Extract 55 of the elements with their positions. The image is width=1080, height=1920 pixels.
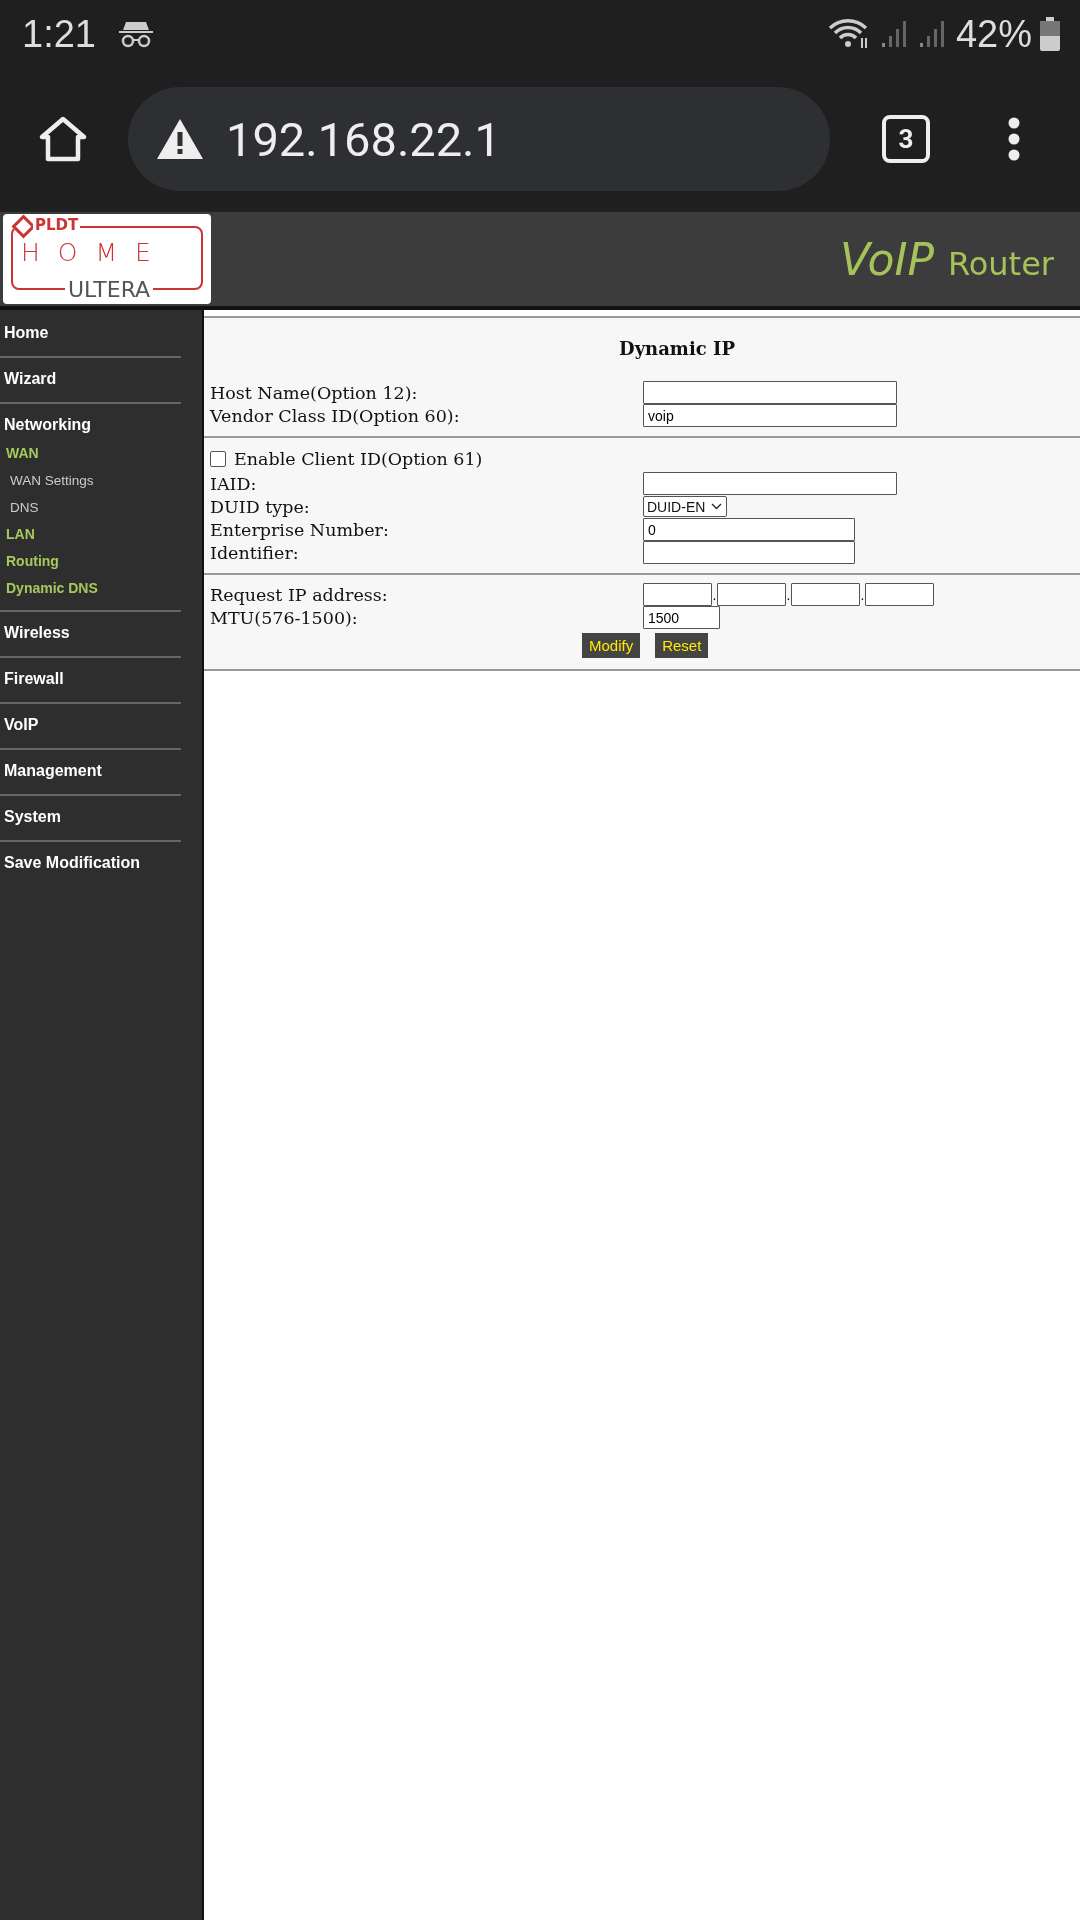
input-field[interactable] [865,583,934,606]
input-field[interactable] [643,381,897,404]
field-label: MTU(576-1500): [210,607,359,628]
form-button[interactable]: Modify [582,633,641,658]
field-label: Host Name(Option 12): [210,382,419,403]
warning-icon [156,118,204,160]
separator-dot: . [712,586,717,603]
battery-percentage: 42% [955,12,1032,56]
input-field[interactable]: 0 [643,518,855,541]
sidebar-item[interactable]: LAN [6,526,35,542]
field-label: Identifier: [210,542,300,563]
field-label: Enterprise Number: [210,519,390,540]
incognito-icon [117,19,154,49]
sidebar-item[interactable]: System [0,808,61,826]
dropdown[interactable]: DUID-EN [643,496,727,517]
sidebar-item[interactable]: Dynamic DNS [6,580,98,596]
field-label: Request IP address: [210,584,389,605]
sidebar-item[interactable]: Wizard [0,370,57,388]
sidebar-item[interactable]: WAN Settings [10,473,94,488]
checkbox[interactable] [210,451,226,467]
input-field[interactable]: 1500 [643,606,720,629]
sidebar-item[interactable]: Wireless [0,624,70,642]
field-label: DUID type: [210,496,311,517]
input-field[interactable] [643,541,855,564]
more-options-icon[interactable] [1008,117,1020,161]
logo: PLDT HOME ULTERA [3,214,211,304]
home-icon[interactable] [38,115,88,163]
header-subtitle: Router [947,245,1054,283]
input-field[interactable]: voip [643,404,897,427]
sidebar-item[interactable]: Routing [6,553,59,569]
sidebar-item[interactable]: Home [0,324,49,342]
sidebar-item[interactable]: Management [0,762,102,780]
field-label: Vendor Class ID(Option 60): [210,405,461,426]
input-field[interactable] [791,583,860,606]
form-title: Dynamic IP [618,337,736,361]
caret-icon [711,503,723,510]
sidebar-item[interactable]: Firewall [0,670,64,688]
sidebar-item[interactable]: DNS [10,500,39,515]
input-field[interactable] [717,583,786,606]
sidebar-item[interactable]: VoIP [0,716,39,734]
sidebar-item[interactable]: Save Modification [0,854,141,872]
address-bar[interactable]: 192.168.22.1 [128,87,830,191]
header-title: VoIP [840,233,934,285]
battery-icon [1040,17,1060,51]
form-button[interactable]: Reset [655,633,709,658]
sidebar-item[interactable]: Networking [0,416,92,434]
checkbox-label: Enable Client ID(Option 61) [234,449,484,469]
input-field[interactable] [643,472,897,495]
input-field[interactable] [643,583,712,606]
separator-dot: . [786,586,791,603]
tab-count-button[interactable]: 3 [882,115,930,163]
sidebar-item[interactable]: WAN [6,445,39,461]
clock-time: 1:21 [22,12,96,56]
separator-dot: . [860,586,865,603]
field-label: IAID: [210,473,258,494]
